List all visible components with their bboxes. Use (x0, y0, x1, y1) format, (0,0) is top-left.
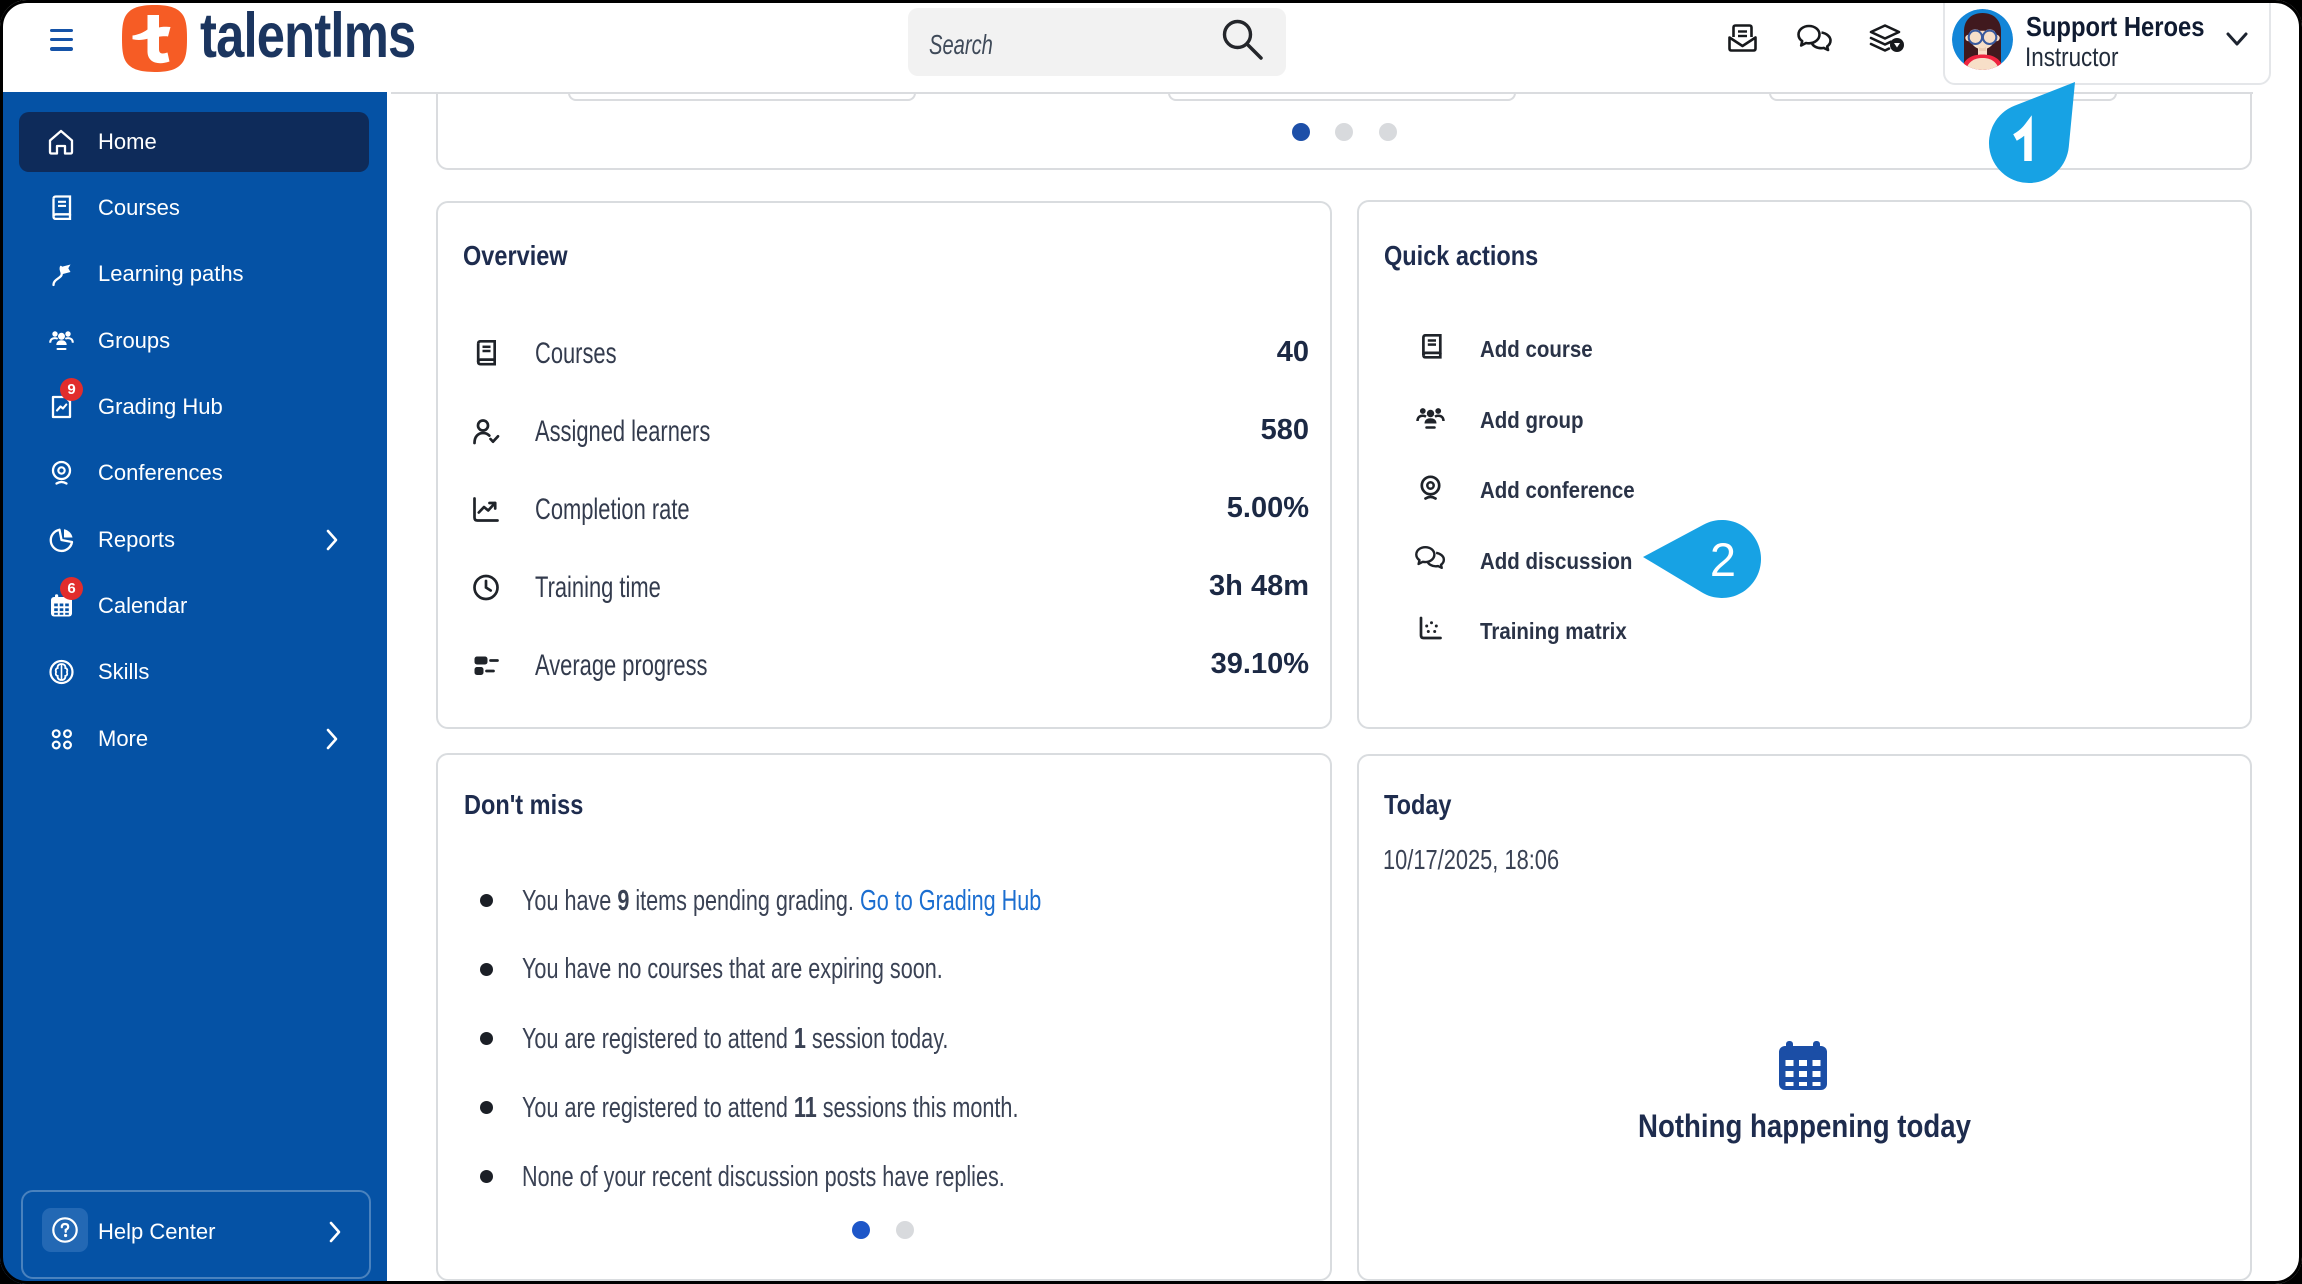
svg-text:2: 2 (1710, 533, 1736, 586)
